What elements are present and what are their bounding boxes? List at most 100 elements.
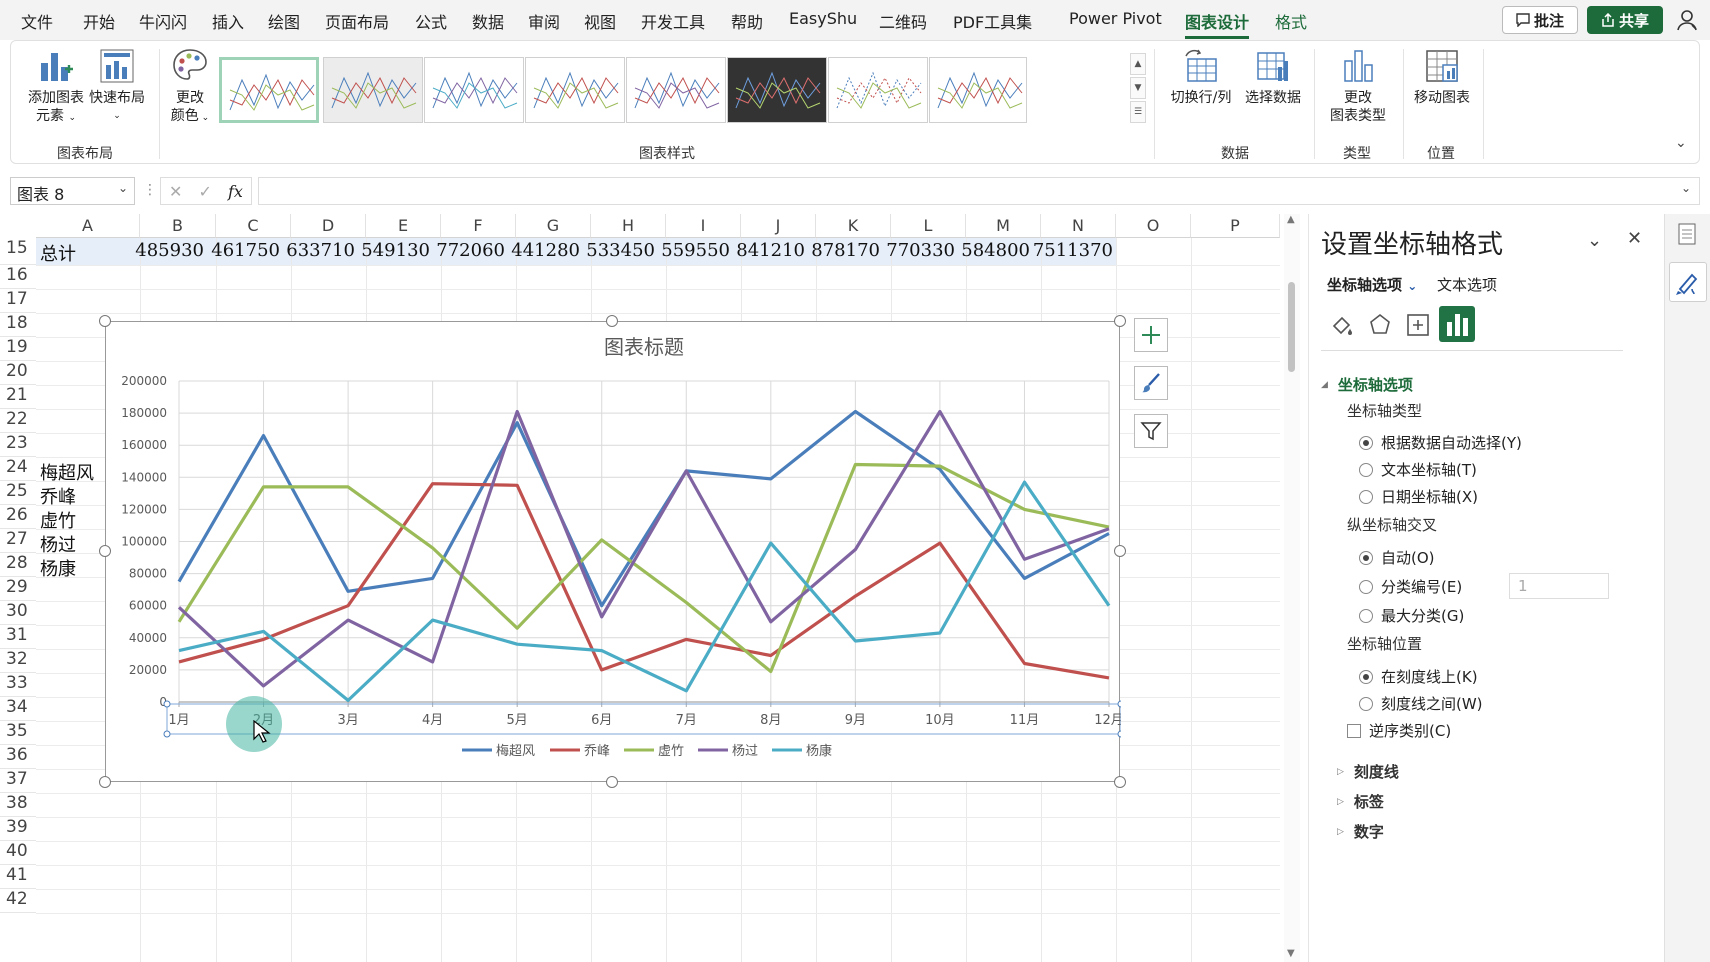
column-header-h[interactable]: H [591,214,666,238]
chart-style-4[interactable] [525,57,625,123]
cell-total-n[interactable]: 7511370 [1017,240,1113,261]
column-header-f[interactable]: F [441,214,516,238]
close-icon[interactable]: ✕ [1627,228,1642,249]
section-tick-marks[interactable]: ▷ 刻度线 [1337,761,1399,782]
column-header-n[interactable]: N [1041,214,1116,238]
menu-review[interactable]: 审阅 [528,9,560,33]
menu-format[interactable]: 格式 [1275,9,1307,33]
row-header-29[interactable]: 29 [0,577,36,601]
row-header-18[interactable]: 18 [0,313,36,337]
row-header-31[interactable]: 31 [0,625,36,649]
row-header-27[interactable]: 27 [0,529,36,553]
menu-home[interactable]: 开始 [83,9,115,33]
format-pane-toggle[interactable] [1669,262,1707,302]
chart-style-3[interactable] [424,57,524,123]
cancel-icon[interactable]: ✕ [169,182,182,201]
menu-file[interactable]: 文件 [21,9,53,33]
column-header-b[interactable]: B [140,214,216,238]
menu-insert[interactable]: 插入 [212,9,244,33]
chart-style-8[interactable] [929,57,1027,123]
column-header-m[interactable]: M [966,214,1041,238]
resize-handle[interactable] [1114,315,1126,327]
menu-formulas[interactable]: 公式 [415,9,447,33]
column-header-p[interactable]: P [1191,214,1280,238]
quick-layout-button[interactable]: 快速布局 ⌄ [89,47,145,125]
cell-name[interactable]: 乔峰 [40,483,76,509]
switch-row-column-button[interactable]: 切换行/列 [1166,47,1236,107]
column-header-o[interactable]: O [1116,214,1191,238]
chart-style-6[interactable] [727,57,827,123]
document-icon[interactable] [1677,222,1697,246]
column-header-k[interactable]: K [816,214,891,238]
cell-name[interactable]: 杨康 [40,555,76,581]
row-header-41[interactable]: 41 [0,865,36,889]
menu-page-layout[interactable]: 页面布局 [325,9,389,33]
row-header-24[interactable]: 24 [0,457,36,481]
radio-text-axis[interactable]: 文本坐标轴(T) [1359,459,1477,480]
tab-text-options[interactable]: 文本选项 [1437,274,1497,295]
menu-pdf-tools[interactable]: PDF工具集 [953,9,1032,33]
row-header-40[interactable]: 40 [0,841,36,865]
resize-handle[interactable] [606,776,618,788]
effects-icon[interactable] [1367,312,1393,338]
resize-handle[interactable] [1114,545,1126,557]
column-header-l[interactable]: L [891,214,966,238]
scroll-down-icon[interactable]: ▼ [1287,948,1295,959]
resize-handle[interactable] [99,776,111,788]
row-header-42[interactable]: 42 [0,889,36,913]
radio-on-tick-marks[interactable]: 在刻度线上(K) [1359,666,1478,687]
chart-style-1[interactable] [219,57,319,123]
size-properties-icon[interactable] [1405,312,1431,338]
row-header-34[interactable]: 34 [0,697,36,721]
radio-auto-select[interactable]: 根据数据自动选择(Y) [1359,432,1522,453]
axis-options-icon[interactable] [1439,306,1475,342]
row-header-36[interactable]: 36 [0,745,36,769]
row-header-38[interactable]: 38 [0,793,36,817]
chart-style-7[interactable] [828,57,928,123]
section-labels[interactable]: ▷ 标签 [1337,791,1384,812]
radio-between-tick-marks[interactable]: 刻度线之间(W) [1359,693,1483,714]
row-header-26[interactable]: 26 [0,505,36,529]
row-header-35[interactable]: 35 [0,721,36,745]
add-chart-element-button[interactable]: 添加图表 元素 ⌄ [25,47,87,127]
move-chart-button[interactable]: 移动图表 [1409,47,1475,107]
row-header-20[interactable]: 20 [0,361,36,385]
column-header-a[interactable]: A [36,214,140,238]
column-header-g[interactable]: G [516,214,591,238]
menu-data[interactable]: 数据 [472,9,504,33]
row-header-15[interactable]: 15 [0,238,36,265]
cell-name[interactable]: 杨过 [40,531,76,557]
section-number[interactable]: ▷ 数字 [1337,821,1384,842]
menu-draw[interactable]: 绘图 [268,9,300,33]
resize-handle[interactable] [99,545,111,557]
chevron-down-icon[interactable]: ⌄ [118,181,128,195]
row-header-39[interactable]: 39 [0,817,36,841]
cell-total-label[interactable]: 总计 [40,240,76,266]
menu-niushanshan[interactable]: 牛闪闪 [139,9,187,33]
name-box[interactable]: 图表 8 ⌄ [10,177,135,205]
row-header-37[interactable]: 37 [0,769,36,793]
person-icon[interactable] [1675,8,1699,32]
row-header-33[interactable]: 33 [0,673,36,697]
cell-name[interactable]: 梅超风 [40,459,94,485]
menu-power-pivot[interactable]: Power Pivot [1069,9,1162,28]
select-data-button[interactable]: 选择数据 [1240,47,1306,107]
chart-style-2[interactable] [323,57,423,123]
cell-name[interactable]: 虚竹 [40,507,76,533]
chevron-down-icon[interactable]: ⌄ [1681,181,1691,195]
menu-qrcode[interactable]: 二维码 [879,9,927,33]
vertical-scrollbar[interactable]: ▲ ▼ [1284,214,1300,962]
gallery-expand-icon[interactable]: ☰ [1130,101,1146,123]
menu-view[interactable]: 视图 [584,9,616,33]
row-header-16[interactable]: 16 [0,265,36,289]
radio-cross-auto[interactable]: 自动(O) [1359,547,1435,568]
row-header-23[interactable]: 23 [0,433,36,457]
row-header-22[interactable]: 22 [0,409,36,433]
cell-total-b[interactable]: 485930 [116,240,204,261]
fill-line-icon[interactable] [1329,312,1355,338]
row-header-30[interactable]: 30 [0,601,36,625]
menu-easyshu[interactable]: EasyShu [789,9,857,28]
chevron-down-icon[interactable]: ⌄ [1587,230,1602,251]
resize-handle[interactable] [606,315,618,327]
tab-axis-options[interactable]: 坐标轴选项 ⌄ [1327,274,1417,295]
